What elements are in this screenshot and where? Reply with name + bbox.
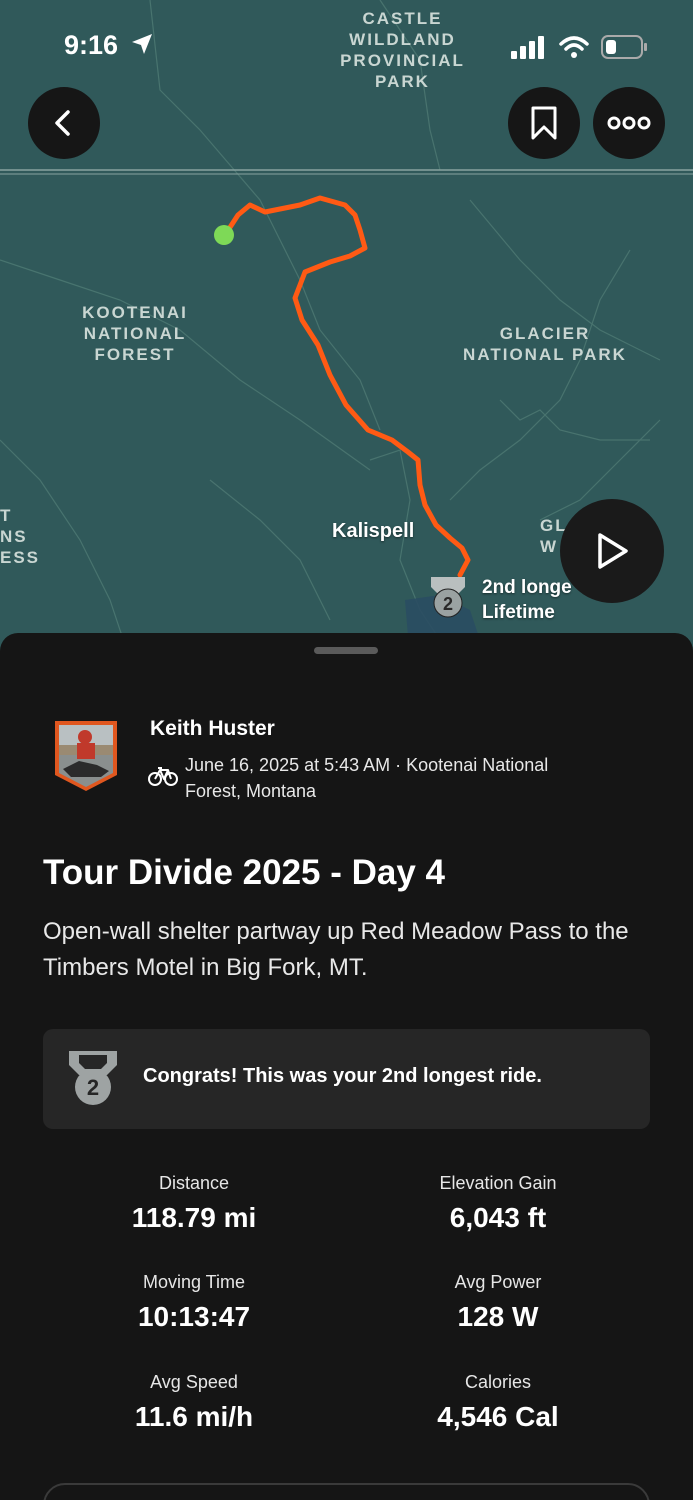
status-icons <box>511 34 649 60</box>
more-icon <box>607 116 651 130</box>
stat-distance: Distance 118.79 mi <box>44 1173 344 1234</box>
stat-label: Elevation Gain <box>439 1173 557 1193</box>
map-label-edge: T NS ESS <box>0 506 41 567</box>
stat-label: Moving Time <box>142 1272 246 1292</box>
battery-icon <box>601 35 647 59</box>
svg-text:2: 2 <box>443 594 453 614</box>
athlete-avatar[interactable] <box>51 717 121 793</box>
stat-calories: Calories 4,546 Cal <box>348 1372 648 1433</box>
signal-icon <box>511 36 544 59</box>
back-button[interactable] <box>28 87 100 159</box>
stat-label: Avg Power <box>454 1272 542 1292</box>
stat-label: Calories <box>464 1372 532 1392</box>
stat-value: 6,043 ft <box>449 1202 547 1233</box>
start-marker <box>214 225 234 245</box>
map-label-castle: CASTLE WILDLAND PROVINCIAL PARK <box>340 9 465 91</box>
map-label-kootenai: KOOTENAI NATIONAL FOREST <box>82 303 188 364</box>
activity-date-location: June 16, 2025 at 5:43 AM · Kootenai Nati… <box>185 755 549 801</box>
stat-elevation-gain: Elevation Gain 6,043 ft <box>348 1173 648 1234</box>
svg-text:2: 2 <box>87 1075 99 1100</box>
bookmark-button[interactable] <box>508 87 580 159</box>
stat-avg-power: Avg Power 128 W <box>348 1272 648 1333</box>
stat-moving-time: Moving Time 10:13:47 <box>44 1272 344 1333</box>
achievement-banner[interactable]: 2 Congrats! This was your 2nd longest ri… <box>43 1029 650 1129</box>
more-button[interactable] <box>593 87 665 159</box>
achievement-text: Congrats! This was your 2nd longest ride… <box>143 1065 542 1087</box>
activity-description: Open-wall shelter partway up Red Meadow … <box>43 918 629 981</box>
sheet-handle[interactable] <box>314 647 378 654</box>
stat-value: 11.6 mi/h <box>134 1401 254 1432</box>
map-label-glacier: GLACIER NATIONAL PARK <box>463 324 627 364</box>
chevron-left-icon <box>55 110 70 136</box>
stat-value: 10:13:47 <box>137 1301 251 1332</box>
activity-sheet: Keith Huster June 16, 2025 at 5:43 AM · … <box>0 633 693 1500</box>
athlete-name[interactable]: Keith Huster <box>150 717 275 741</box>
stat-label: Avg Speed <box>150 1372 238 1392</box>
stat-value: 4,546 Cal <box>437 1401 559 1432</box>
bookmark-icon <box>531 106 557 140</box>
play-icon <box>598 533 628 569</box>
stat-value: 118.79 mi <box>131 1202 257 1233</box>
stat-label: Distance <box>158 1173 230 1193</box>
wifi-icon <box>559 36 589 58</box>
city-label-kalispell: Kalispell <box>332 520 415 542</box>
map-badge-label: 2nd longe Lifetime <box>482 577 572 623</box>
activity-title: Tour Divide 2025 - Day 4 <box>43 853 446 892</box>
play-button[interactable] <box>560 499 664 603</box>
status-time: 9:16 <box>64 30 154 61</box>
next-section-card[interactable] <box>43 1483 650 1500</box>
medal-icon: 2 <box>431 577 465 618</box>
stat-value: 128 W <box>457 1301 539 1332</box>
bike-icon <box>148 767 178 786</box>
medal-icon: 2 <box>69 1051 117 1105</box>
location-arrow-icon <box>131 34 152 54</box>
stat-avg-speed: Avg Speed 11.6 mi/h <box>44 1372 344 1433</box>
